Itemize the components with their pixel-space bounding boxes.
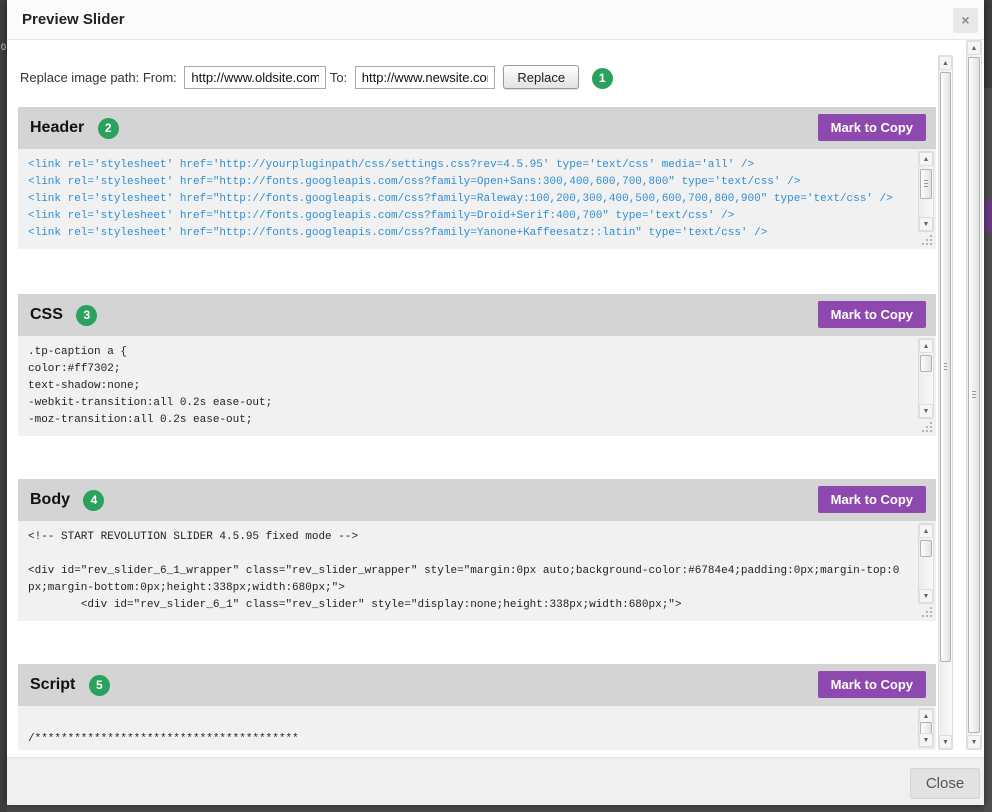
close-button[interactable]: Close <box>910 768 980 799</box>
script-code-textarea[interactable]: /***************************************… <box>18 706 936 750</box>
modal-content-scrollbar[interactable]: ▲ ▼ <box>938 55 953 750</box>
step-badge-3: 3 <box>76 305 97 326</box>
resize-grip-icon[interactable] <box>921 234 933 246</box>
background-dark-segment <box>984 0 992 88</box>
background-page-edge-right <box>984 0 992 812</box>
script-code-text: /***************************************… <box>28 714 902 748</box>
css-code-textarea[interactable]: .tp-caption a { color:#ff7302; text-shad… <box>18 336 936 436</box>
css-code-scrollbar[interactable]: ▲ ▼ <box>918 338 934 419</box>
css-code-text: .tp-caption a { color:#ff7302; text-shad… <box>28 344 902 429</box>
modal-title: Preview Slider <box>22 11 125 28</box>
section-body-title: Body <box>30 491 70 508</box>
scroll-up-icon[interactable]: ▲ <box>967 41 981 55</box>
background-page-fragment: 0 <box>1 42 6 52</box>
scroll-down-icon[interactable]: ▼ <box>919 589 933 603</box>
background-purple-fragment <box>984 200 992 232</box>
scrollbar-thumb[interactable] <box>920 355 932 372</box>
section-css-title: CSS <box>30 306 63 323</box>
header-code-textarea[interactable]: <link rel='stylesheet' href='http://your… <box>18 149 936 249</box>
scroll-down-icon[interactable]: ▼ <box>939 735 952 749</box>
scrollbar-thumb[interactable] <box>920 169 932 199</box>
thumb-grip-icon <box>944 363 947 371</box>
modal-titlebar: Preview Slider × <box>7 0 984 40</box>
mark-to-copy-button-header[interactable]: Mark to Copy <box>818 114 926 141</box>
to-url-input[interactable] <box>355 66 495 89</box>
to-label: To: <box>330 70 347 85</box>
header-code-scrollbar[interactable]: ▲ ▼ <box>918 151 934 232</box>
step-badge-1: 1 <box>592 68 613 89</box>
scrollbar-thumb[interactable] <box>940 72 951 662</box>
resize-grip-icon[interactable] <box>921 421 933 433</box>
section-body: Body 4 Mark to Copy <!-- START REVOLUTIO… <box>18 479 936 621</box>
modal-frame-scrollbar[interactable]: ▲ ▼ <box>966 40 982 750</box>
section-header-title-bar: Header 2 Mark to Copy <box>18 107 936 149</box>
step-badge-5: 5 <box>89 675 110 696</box>
scroll-down-icon[interactable]: ▼ <box>919 733 933 747</box>
mark-to-copy-button-script[interactable]: Mark to Copy <box>818 671 926 698</box>
scroll-up-icon[interactable]: ▲ <box>919 152 933 166</box>
thumb-grip-icon <box>972 391 976 399</box>
scroll-down-icon[interactable]: ▼ <box>919 217 933 231</box>
section-body-title-bar: Body 4 Mark to Copy <box>18 479 936 521</box>
background-page-edge-left: 0 <box>0 0 7 812</box>
mark-to-copy-button-css[interactable]: Mark to Copy <box>818 301 926 328</box>
body-code-text: <!-- START REVOLUTION SLIDER 4.5.95 fixe… <box>28 529 902 614</box>
body-code-scrollbar[interactable]: ▲ ▼ <box>918 523 934 604</box>
preview-slider-modal: Preview Slider × Replace image path: Fro… <box>7 0 984 805</box>
close-icon[interactable]: × <box>953 8 978 33</box>
section-script: Script 5 Mark to Copy /*****************… <box>18 664 936 750</box>
scroll-up-icon[interactable]: ▲ <box>939 56 952 70</box>
scrollbar-thumb[interactable] <box>920 540 932 557</box>
scroll-down-icon[interactable]: ▼ <box>919 404 933 418</box>
replace-button[interactable]: Replace <box>503 65 579 89</box>
step-badge-2: 2 <box>98 118 119 139</box>
modal-footer: Close <box>7 757 984 805</box>
section-css-title-bar: CSS 3 Mark to Copy <box>18 294 936 336</box>
scroll-down-icon[interactable]: ▼ <box>967 735 981 749</box>
replace-image-path-row: Replace image path: From: To: Replace 1 <box>20 65 936 91</box>
section-script-title-bar: Script 5 Mark to Copy <box>18 664 936 706</box>
body-code-textarea[interactable]: <!-- START REVOLUTION SLIDER 4.5.95 fixe… <box>18 521 936 621</box>
modal-content: Replace image path: From: To: Replace 1 … <box>18 40 936 793</box>
section-css: CSS 3 Mark to Copy .tp-caption a { color… <box>18 294 936 436</box>
from-url-input[interactable] <box>184 66 326 89</box>
script-code-scrollbar[interactable]: ▲ ▼ <box>918 708 934 748</box>
section-header: Header 2 Mark to Copy <link rel='stylesh… <box>18 107 936 249</box>
replace-path-label: Replace image path: From: <box>20 70 177 85</box>
thumb-grip-icon <box>924 180 928 188</box>
resize-grip-icon[interactable] <box>921 606 933 618</box>
mark-to-copy-button-body[interactable]: Mark to Copy <box>818 486 926 513</box>
header-code-text: <link rel='stylesheet' href='http://your… <box>28 157 902 242</box>
scroll-up-icon[interactable]: ▲ <box>919 709 933 723</box>
section-header-title: Header <box>30 119 84 136</box>
scroll-up-icon[interactable]: ▲ <box>919 524 933 538</box>
scroll-up-icon[interactable]: ▲ <box>919 339 933 353</box>
step-badge-4: 4 <box>83 490 104 511</box>
scrollbar-thumb[interactable] <box>968 57 980 733</box>
section-script-title: Script <box>30 676 75 693</box>
